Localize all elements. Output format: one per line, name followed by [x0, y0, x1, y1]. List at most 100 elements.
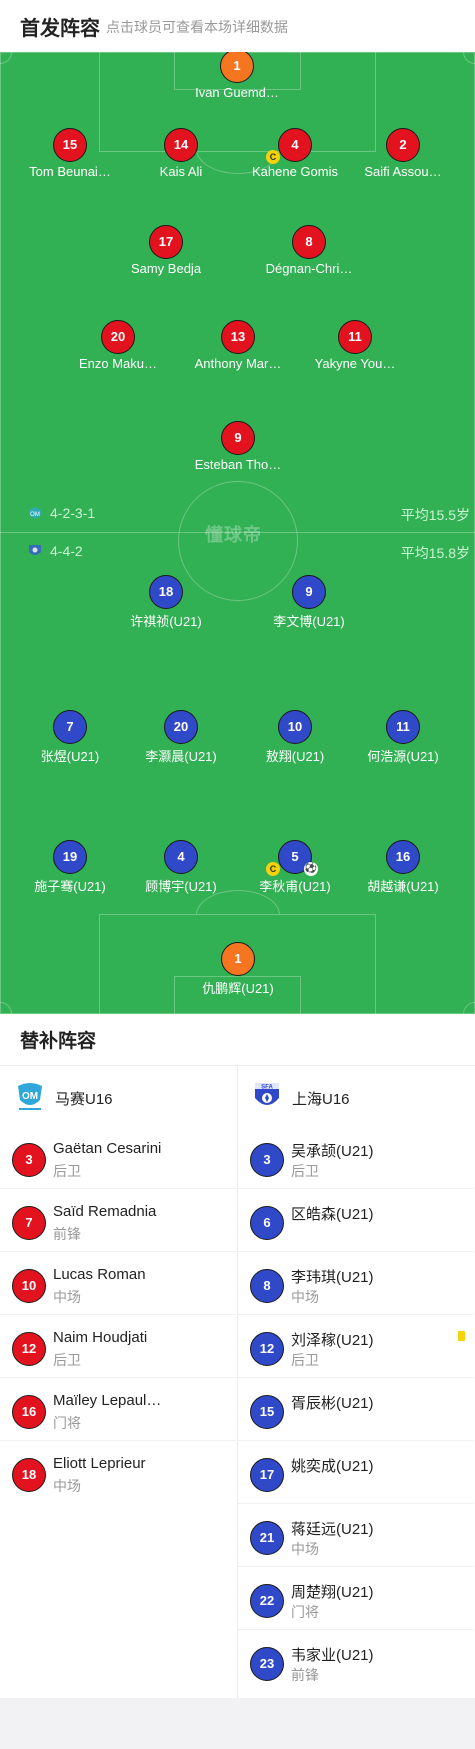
sub-position: 后卫 — [53, 1163, 81, 1179]
away-sub-2[interactable]: 6 区皓森(U21) — [238, 1189, 474, 1252]
away-sub-7[interactable]: 21 蒋廷远(U21) 中场 — [238, 1504, 474, 1567]
player-name: 许祺祯(U21) — [130, 614, 202, 629]
away-sub-8[interactable]: 22 周楚翔(U21) 门将 — [238, 1567, 474, 1630]
player-name: 顾博宇(U21) — [145, 879, 217, 894]
svg-text:OM: OM — [22, 1091, 38, 1102]
away-sub-9[interactable]: 23 韦家业(U21) 前锋 — [238, 1630, 474, 1693]
away-player-3[interactable]: 7 张煜(U21) — [15, 710, 125, 766]
sub-number: 7 — [12, 1206, 46, 1240]
away-team-name: 上海U16 — [292, 1091, 350, 1108]
home-player-9[interactable]: 13 Anthony Mar… — [183, 320, 293, 376]
home-player-10[interactable]: 11 Yakyne You… — [300, 320, 410, 376]
player-name: Enzo Maku… — [78, 356, 158, 371]
player-name: 胡越谦(U21) — [367, 879, 439, 894]
away-player-8[interactable]: 4 顾博宇(U21) — [126, 840, 236, 896]
sub-number: 16 — [12, 1395, 46, 1429]
sub-position: 中场 — [291, 1289, 319, 1305]
away-player-2[interactable]: 9 李文博(U21) — [254, 575, 364, 631]
away-average-age: 平均15.8岁 — [400, 545, 470, 561]
sub-name: 姚奕成(U21) — [291, 1458, 374, 1475]
shanghai-sfa-crest-icon: SFA — [255, 1083, 279, 1105]
away-player-1[interactable]: 18 许祺祯(U21) — [111, 575, 221, 631]
sub-number: 6 — [250, 1206, 284, 1240]
player-number: 20 — [101, 320, 135, 354]
home-sub-4[interactable]: 12 Naim Houdjati 后卫 — [0, 1315, 236, 1378]
away-player-5[interactable]: 10 敖翔(U21) — [240, 710, 350, 766]
sub-number: 17 — [250, 1458, 284, 1492]
sub-number: 15 — [250, 1395, 284, 1429]
sub-name: Saïd Remadnia — [53, 1203, 157, 1220]
sub-number: 3 — [12, 1143, 46, 1177]
page-subtitle: 点击球员可查看本场详细数据 — [106, 19, 288, 35]
sub-position: 后卫 — [291, 1163, 319, 1179]
player-number: 19 — [53, 840, 87, 874]
sub-name: Gaëtan Cesarini — [53, 1140, 162, 1157]
home-average-age: 平均15.5岁 — [400, 507, 470, 523]
sub-name: Lucas Roman — [53, 1266, 146, 1283]
player-number: 15 — [53, 128, 87, 162]
home-player-7[interactable]: 8 Dégnan-Chri… — [254, 225, 364, 281]
player-number: 1 — [221, 942, 255, 976]
player-number: 4 — [164, 840, 198, 874]
player-number: 17 — [149, 225, 183, 259]
away-sub-4[interactable]: 12 刘泽稼(U21) 后卫 — [238, 1315, 474, 1378]
away-sub-5[interactable]: 15 胥辰彬(U21) — [238, 1378, 474, 1441]
sub-number: 21 — [250, 1521, 284, 1555]
away-player-10[interactable]: 16 胡越谦(U21) — [348, 840, 458, 896]
away-player-9[interactable]: 5 C ⚽ 李秋甫(U21) — [240, 840, 350, 896]
sub-name: 蒋廷远(U21) — [291, 1521, 374, 1538]
sub-position: 门将 — [53, 1415, 81, 1431]
marseille-crest-icon: OM — [29, 507, 41, 518]
home-sub-6[interactable]: 18 Eliott Leprieur 中场 — [0, 1441, 236, 1504]
sub-position: 后卫 — [291, 1352, 319, 1368]
player-number: 18 — [149, 575, 183, 609]
away-player-11[interactable]: 1 仇鹏辉(U21) — [183, 942, 293, 998]
home-formation: 4-2-3-1 — [50, 505, 96, 521]
player-number: 9 — [292, 575, 326, 609]
sub-name: 区皓森(U21) — [291, 1206, 374, 1223]
away-player-7[interactable]: 19 施子骞(U21) — [15, 840, 125, 896]
player-name: 敖翔(U21) — [265, 749, 325, 764]
away-sub-6[interactable]: 17 姚奕成(U21) — [238, 1441, 474, 1504]
home-sub-5[interactable]: 16 Maïley Lepaul… 门将 — [0, 1378, 236, 1441]
player-number: 13 — [221, 320, 255, 354]
sub-name: Maïley Lepaul… — [53, 1392, 162, 1409]
sub-number: 12 — [12, 1332, 46, 1366]
away-sub-1[interactable]: 3 吴承颉(U21) 后卫 — [238, 1126, 474, 1189]
away-player-6[interactable]: 11 何浩源(U21) — [348, 710, 458, 766]
svg-text:OM: OM — [30, 512, 40, 518]
home-sub-2[interactable]: 7 Saïd Remadnia 前锋 — [0, 1189, 236, 1252]
sub-name: 胥辰彬(U21) — [291, 1395, 374, 1412]
home-sub-3[interactable]: 10 Lucas Roman 中场 — [0, 1252, 236, 1315]
sub-position: 中场 — [53, 1289, 81, 1305]
home-player-3[interactable]: 14 Kais Ali — [126, 128, 236, 184]
home-player-8[interactable]: 20 Enzo Maku… — [63, 320, 173, 376]
home-player-4[interactable]: 4 C Kahene Gomis — [240, 128, 350, 184]
sub-position: 中场 — [291, 1541, 319, 1557]
sub-position: 前锋 — [53, 1226, 81, 1242]
away-team-header: SFA 上海U16 — [252, 1066, 472, 1126]
player-number: 11 — [338, 320, 372, 354]
sub-number: 12 — [250, 1332, 284, 1366]
home-player-1[interactable]: 1 Ivan Guemd… — [182, 52, 292, 105]
sub-position: 前锋 — [291, 1667, 319, 1683]
home-player-2[interactable]: 15 Tom Beunai… — [15, 128, 125, 184]
away-player-4[interactable]: 20 李灏晨(U21) — [126, 710, 236, 766]
home-player-5[interactable]: 2 Saifi Assou… — [348, 128, 458, 184]
svg-text:SFA: SFA — [261, 1084, 273, 1090]
home-player-11[interactable]: 9 Esteban Tho… — [183, 421, 293, 477]
bottom-spacer — [0, 1698, 475, 1749]
player-name: Anthony Mar… — [194, 356, 282, 371]
sub-number: 18 — [12, 1458, 46, 1492]
page-title: 首发阵容 — [20, 18, 100, 40]
pitch: 懂球帝 OM 4-2-3-1 平均15.5岁 4-4-2 平均15.8岁 1 I… — [0, 52, 475, 1014]
player-name: 仇鹏辉(U21) — [202, 981, 274, 996]
home-team-name: 马赛U16 — [55, 1091, 113, 1108]
player-name: Kais Ali — [159, 164, 203, 179]
sub-name: Eliott Leprieur — [53, 1455, 146, 1472]
shanghai-sfa-crest-icon — [29, 545, 41, 555]
player-name: 李文博(U21) — [273, 614, 345, 629]
away-sub-3[interactable]: 8 李玮琪(U21) 中场 — [238, 1252, 474, 1315]
home-player-6[interactable]: 17 Samy Bedja — [111, 225, 221, 281]
home-sub-1[interactable]: 3 Gaëtan Cesarini 后卫 — [0, 1126, 236, 1189]
